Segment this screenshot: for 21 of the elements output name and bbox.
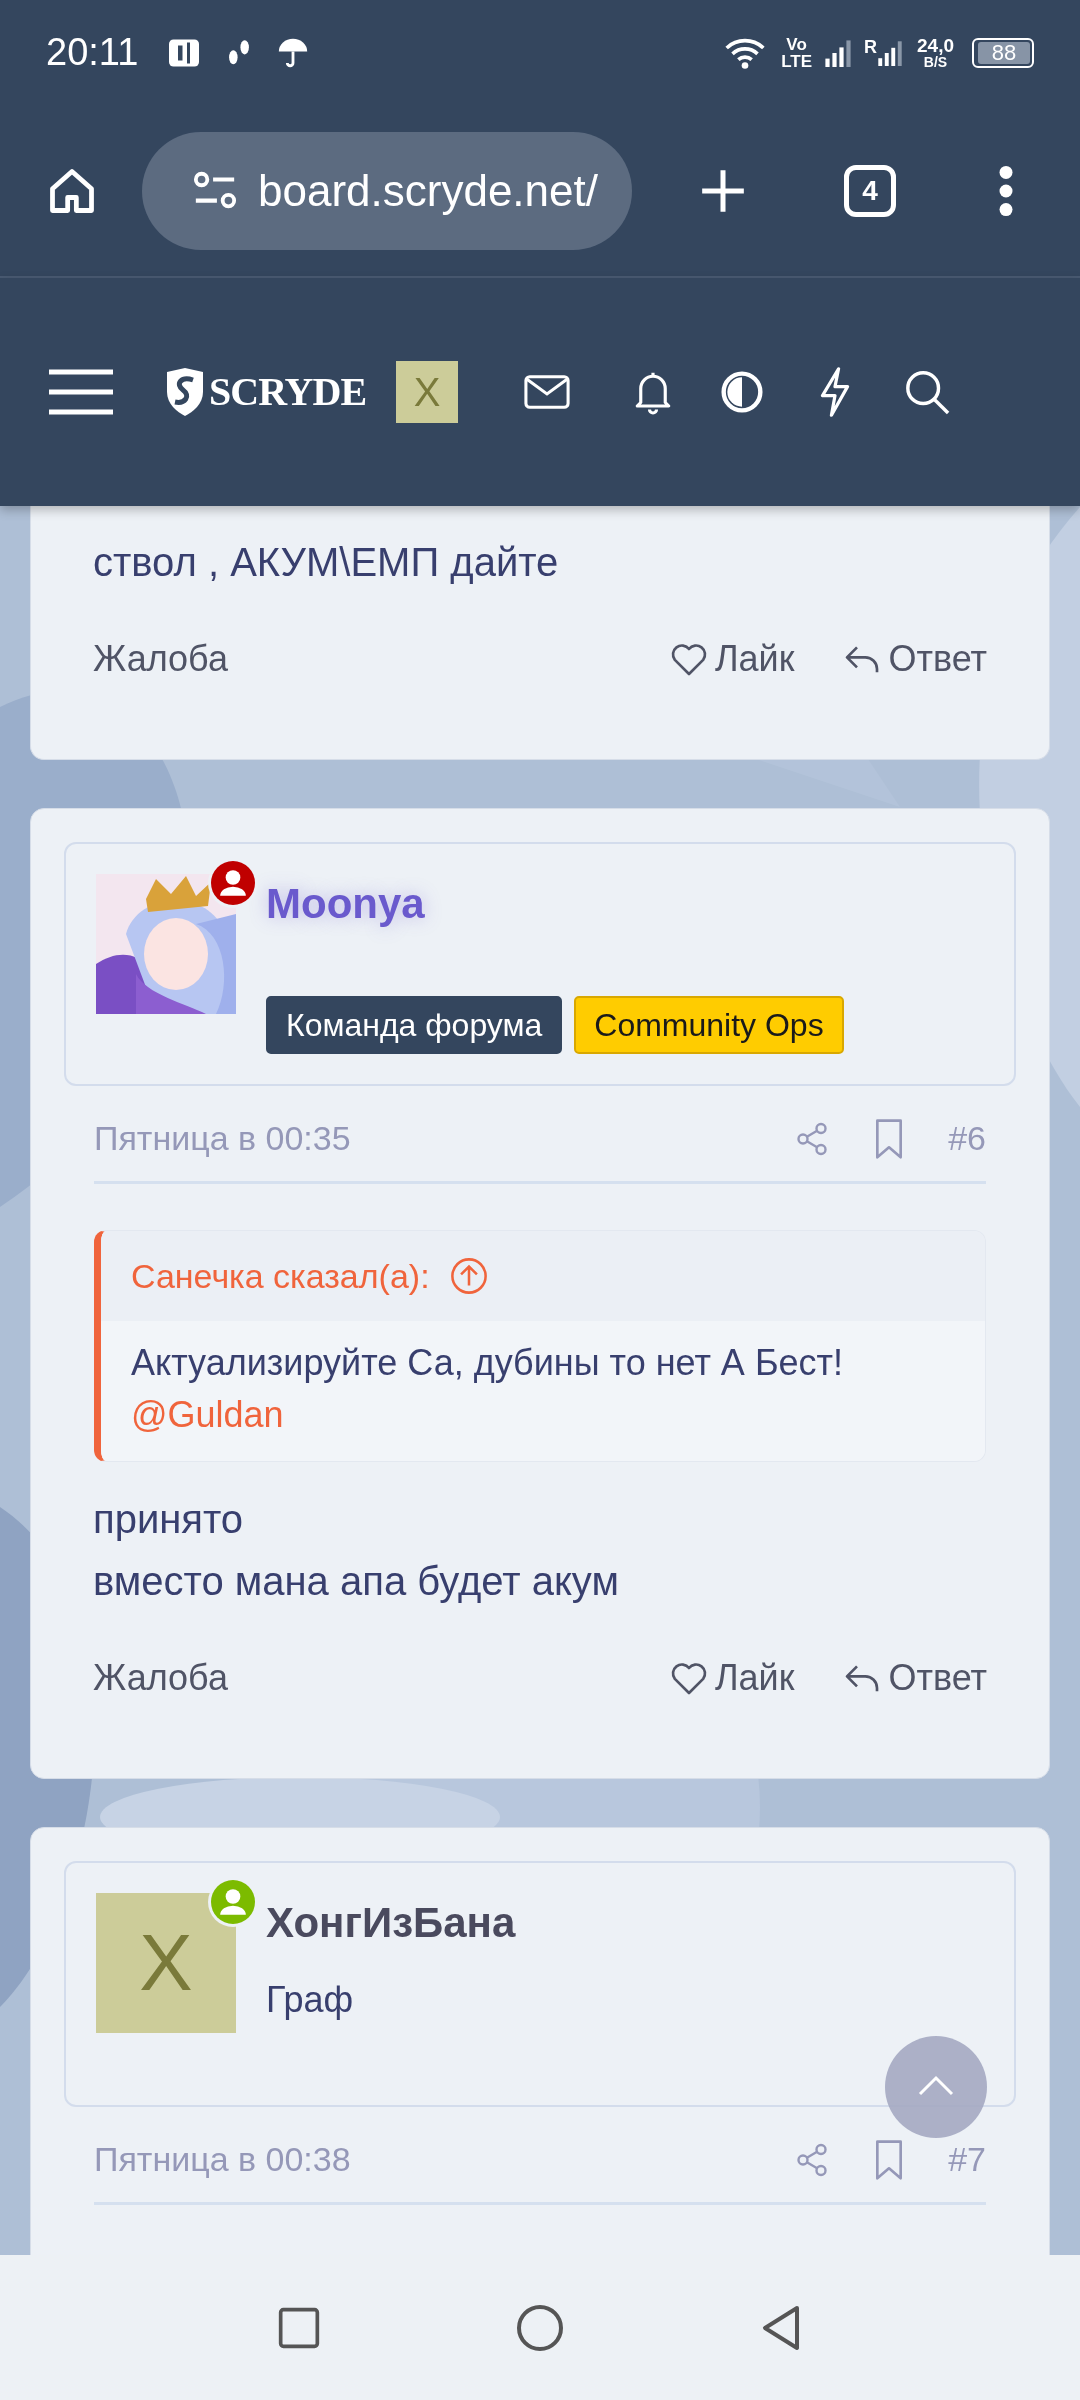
search-icon[interactable] xyxy=(904,369,951,415)
volte-label: Vo xyxy=(786,35,807,53)
roaming-label: R xyxy=(864,36,877,59)
more-icon[interactable] xyxy=(998,164,1014,217)
contrast-icon[interactable] xyxy=(720,370,765,414)
signal-icon xyxy=(824,37,852,68)
recent-apps-icon[interactable] xyxy=(277,2305,322,2350)
clock: 20:11 xyxy=(46,30,139,75)
address-bar[interactable]: board.scryde.net/ xyxy=(142,131,632,250)
battery-level: 88 xyxy=(991,41,1017,64)
home-button-icon[interactable] xyxy=(516,2303,564,2352)
tabs-button[interactable]: 4 xyxy=(844,164,896,217)
shield-logo-icon[interactable] xyxy=(165,367,205,417)
site-logo[interactable]: SCRYDE xyxy=(209,362,367,422)
site-settings-icon[interactable] xyxy=(192,170,238,211)
mail-icon[interactable] xyxy=(524,374,571,410)
volte-label: LTE xyxy=(781,52,812,70)
speed-unit: B/S xyxy=(923,55,948,69)
url-text: board.scryde.net/ xyxy=(258,164,598,217)
menu-icon[interactable] xyxy=(49,367,113,417)
speed-value: 24,0 xyxy=(917,36,954,55)
